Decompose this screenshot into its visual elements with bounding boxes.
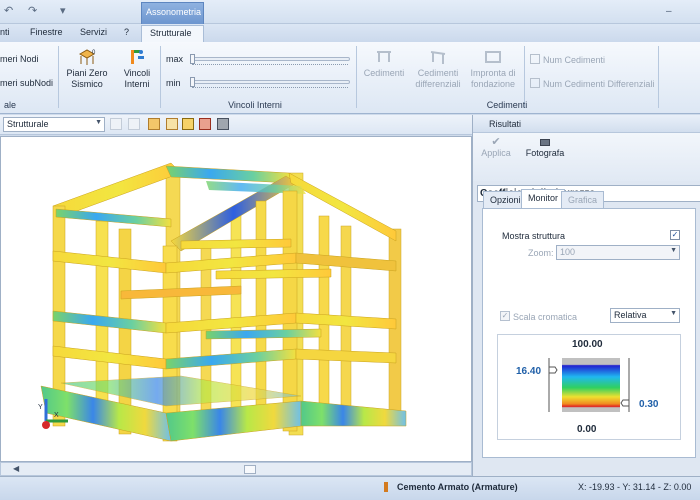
title-bar: ↶ ↷ ▾ Assonometria – ? [0,0,700,39]
material-icon [384,482,388,492]
scrollbar-thumb[interactable] [244,465,256,474]
zoom-label: Zoom: [528,248,554,258]
scroll-left-icon[interactable]: ◀ [13,464,19,473]
num-cedimenti-differenziali-icon [530,78,540,88]
vincoli-icon [131,50,144,64]
piani-zero-sismico-button[interactable]: 0 Piani Zero Sismico [62,48,112,90]
numeri-nodi-button[interactable]: meri Nodi [0,54,39,65]
camera-icon[interactable] [217,118,229,130]
legend-lower-threshold: 0.30 [639,399,659,410]
num-cedimenti-icon [530,54,540,64]
impronta-fondazione-button[interactable]: Impronta di fondazione [466,48,520,90]
results-panel-title: Risultati [473,115,700,133]
chevron-down-icon: ▼ [670,247,677,254]
camera-icon [540,139,550,146]
slider-min[interactable] [190,80,350,84]
mostra-struttura-checkbox[interactable]: ✓ [670,230,680,240]
slider-max-label: max [166,54,184,64]
fotografa-button[interactable]: Fotografa [523,137,567,159]
ribbon-separator [356,46,357,108]
cedimenti-differenziali-button[interactable]: Cedimenti differenziali [412,48,464,90]
cedimenti-differenziali-icon [430,51,446,64]
ribbon-separator [160,46,161,108]
tab-grafica[interactable]: Grafica [561,191,605,208]
impronta-fondazione-icon [485,51,501,63]
ribbon: meri Nodi meri subNodi ale 0 Piani Zero … [0,42,700,114]
scala-cromatica-checkbox[interactable]: ✓ [500,311,510,321]
ribbon-separator [58,46,59,108]
legend-max-value: 100.00 [572,339,603,350]
slider-max-ticks [192,64,348,67]
tab-help[interactable]: ? [124,27,129,37]
legend-upper-threshold: 16.40 [516,366,542,377]
svg-text:0: 0 [92,50,96,56]
svg-text:X: X [54,412,59,419]
minimize-icon[interactable]: – [666,6,672,17]
ribbon-separator [524,46,525,108]
3d-viewport[interactable]: Y X [0,136,472,462]
view-toolbar: Strutturale ▼ [0,115,472,135]
group-label-vincoli-interni: Vincoli Interni [228,100,282,110]
scala-mode-select[interactable]: Relativa ▼ [610,308,680,323]
redo-icon[interactable]: ↷ [28,4,37,17]
applica-button[interactable]: ✔ Applica [481,137,511,159]
slider-max[interactable] [190,57,350,61]
numeri-subnodi-button[interactable]: meri subNodi [0,78,53,89]
mostra-struttura-label: Mostra struttura [502,231,566,241]
chevron-down-icon: ▼ [95,119,102,126]
legend-gradient [548,358,630,412]
zoom-extents-icon[interactable] [166,118,178,130]
status-material: Cemento Armato (Armature) [397,482,518,492]
cedimenti-icon [377,51,391,62]
num-cedimenti-differenziali-button[interactable]: Num Cedimenti Differenziali [530,78,654,90]
slider-min-ticks [192,87,348,90]
wireframe-icon[interactable] [182,118,194,130]
tool-disabled-icon-2[interactable] [128,118,140,130]
tab-servizi[interactable]: Servizi [80,27,107,37]
num-cedimenti-button[interactable]: Num Cedimenti [530,54,605,66]
layer-icon[interactable] [148,118,160,130]
tab-nti[interactable]: nti [0,27,10,37]
slider-min-thumb[interactable] [190,77,195,87]
check-icon: ✔ [491,136,501,148]
grid-icon[interactable] [199,118,211,130]
structure-model: Y X [38,162,407,442]
ribbon-separator [658,46,659,108]
context-tab-assonometria: Assonometria [141,2,204,24]
ribbon-tabs: nti Finestre Servizi ? Strutturale [0,24,700,42]
group-label-cedimenti: Cedimenti [486,100,528,110]
zoom-select[interactable]: 100 ▼ [556,245,680,260]
group-label-visualizza: ale [3,100,16,110]
tool-disabled-icon[interactable] [110,118,122,130]
tab-strutturale[interactable]: Strutturale [141,25,204,42]
chevron-down-icon: ▼ [670,310,677,317]
status-bar: Cemento Armato (Armature) X: -19.93 - Y:… [0,476,700,500]
scala-cromatica-label: Scala cromatica [513,312,578,322]
legend-min-value: 0.00 [577,424,597,435]
cedimenti-button[interactable]: Cedimenti [360,48,408,79]
tab-monitor[interactable]: Monitor [521,189,566,208]
slider-min-label: min [166,78,181,88]
status-coordinates: X: -19.93 - Y: 31.14 - Z: 0.00 [578,482,692,492]
view-select[interactable]: Strutturale ▼ [3,117,105,132]
vincoli-interni-button[interactable]: Vincoli Interni [118,48,156,90]
slider-max-thumb[interactable] [190,54,195,64]
piani-zero-icon: 0 [78,49,96,65]
tab-finestre[interactable]: Finestre [30,27,63,37]
results-toolbar: ✔ Applica Fotografa Coefficienti di Sicu… [473,133,700,202]
quick-access-more-icon[interactable]: ▾ [60,4,66,17]
svg-text:Y: Y [38,404,43,411]
undo-icon[interactable]: ↶ [4,4,13,17]
horizontal-scrollbar[interactable]: ◀ [0,462,472,476]
